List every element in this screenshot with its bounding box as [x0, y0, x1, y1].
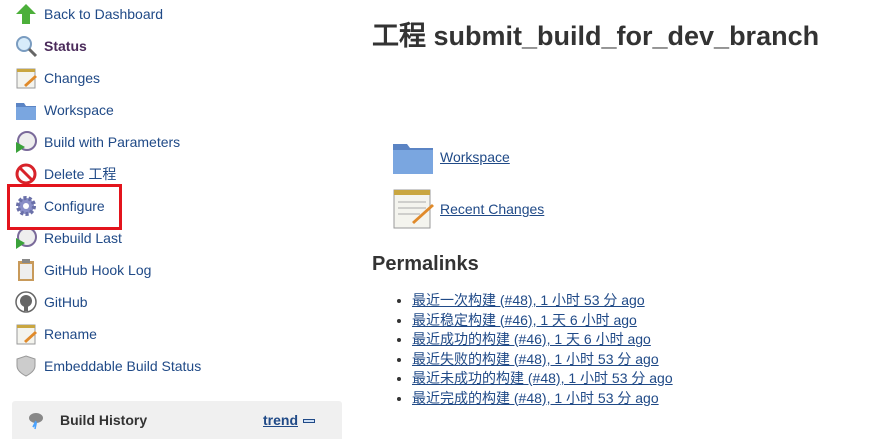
workspace-main-link[interactable]: Workspace [390, 134, 510, 180]
clipboard-icon [18, 259, 34, 281]
permalink-link[interactable]: 最近一次构建 (#48), 1 小时 53 分 ago [412, 292, 645, 308]
sidebar-item-label: Rename [44, 326, 97, 342]
permalink-item: 最近未成功的构建 (#48), 1 小时 53 分 ago [412, 368, 673, 388]
sidebar-item-status[interactable]: Status [14, 34, 87, 58]
recent-changes-link[interactable]: Recent Changes [390, 186, 544, 232]
permalink-item: 最近一次构建 (#48), 1 小时 53 分 ago [412, 290, 673, 310]
sidebar-item-label: Status [44, 38, 87, 54]
permalink-link[interactable]: 最近失败的构建 (#48), 1 小时 53 分 ago [412, 351, 659, 367]
permalink-item: 最近稳定构建 (#46), 1 天 6 小时 ago [412, 310, 673, 330]
sidebar-item-embeddable-build-status[interactable]: Embeddable Build Status [14, 354, 201, 378]
build-history-title: Build History [60, 412, 148, 428]
configure-highlight-box [7, 184, 122, 230]
permalinks-list: 最近一次构建 (#48), 1 小时 53 分 ago 最近稳定构建 (#46),… [396, 290, 673, 407]
sidebar-item-github-hook-log[interactable]: GitHub Hook Log [14, 258, 151, 282]
sidebar-item-build-with-parameters[interactable]: Build with Parameters [14, 130, 180, 154]
permalink-link[interactable]: 最近稳定构建 (#46), 1 天 6 小时 ago [412, 312, 637, 328]
sidebar-item-delete[interactable]: Delete 工程 [14, 162, 116, 186]
permalink-link[interactable]: 最近完成的构建 (#48), 1 小时 53 分 ago [412, 390, 659, 406]
notepad-icon [393, 189, 434, 229]
cloud-icon [29, 413, 43, 430]
sidebar-item-label: Workspace [44, 102, 114, 118]
collapse-icon[interactable] [303, 419, 315, 423]
notepad-icon [16, 324, 37, 345]
sidebar-item-label: Changes [44, 70, 101, 86]
permalinks-heading: Permalinks [372, 253, 479, 275]
page-title: 工程 submit_build_for_dev_branch [372, 21, 820, 51]
sidebar-item-label: GitHub [44, 294, 88, 310]
sidebar-item-back-to-dashboard[interactable]: Back to Dashboard [14, 2, 163, 26]
github-icon [15, 291, 37, 313]
notepad-icon [16, 68, 37, 89]
trend-link[interactable]: trend [263, 412, 298, 428]
sidebar-item-label: Delete 工程 [44, 166, 117, 182]
permalink-item: 最近完成的构建 (#48), 1 小时 53 分 ago [412, 388, 673, 408]
shield-icon [16, 355, 36, 377]
permalink-item: 最近成功的构建 (#46), 1 天 6 小时 ago [412, 329, 673, 349]
folder-icon [393, 144, 433, 174]
search-icon [16, 36, 38, 58]
up-arrow-icon [16, 4, 36, 24]
permalink-link[interactable]: 最近未成功的构建 (#48), 1 小时 53 分 ago [412, 370, 673, 386]
sidebar-item-rename[interactable]: Rename [14, 322, 97, 346]
sidebar-item-label: Embeddable Build Status [44, 358, 202, 374]
sidebar-item-changes[interactable]: Changes [14, 66, 100, 90]
permalink-link[interactable]: 最近成功的构建 (#46), 1 天 6 小时 ago [412, 331, 651, 347]
sidebar-item-label: GitHub Hook Log [44, 262, 152, 278]
permalink-item: 最近失败的构建 (#48), 1 小时 53 分 ago [412, 349, 673, 369]
clock-play-icon [16, 131, 37, 153]
sidebar-item-label: Build with Parameters [44, 134, 181, 150]
build-history-header: Build History trend [12, 401, 342, 439]
sidebar-item-workspace[interactable]: Workspace [14, 98, 114, 122]
sidebar-item-github[interactable]: GitHub [14, 290, 88, 314]
folder-icon [16, 103, 36, 120]
no-entry-icon [15, 163, 37, 185]
sidebar-item-label: Rebuild Last [44, 230, 122, 246]
sidebar-item-label: Back to Dashboard [44, 6, 164, 22]
